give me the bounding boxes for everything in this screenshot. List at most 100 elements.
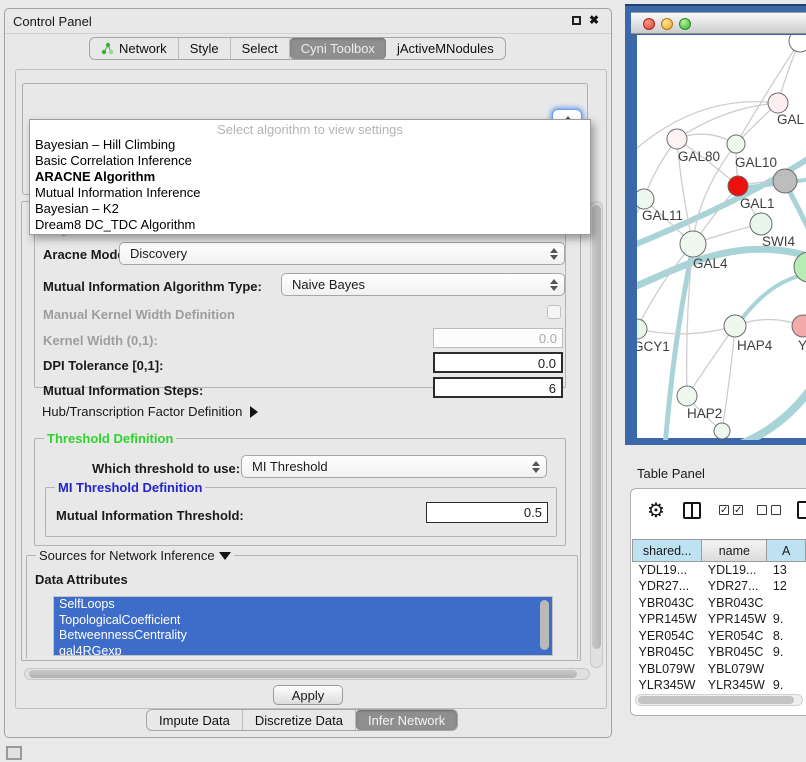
network-node-gal11[interactable]: [637, 189, 654, 209]
tab-select[interactable]: Select: [231, 38, 290, 59]
attribute-list-item[interactable]: SelfLoops: [54, 597, 552, 613]
attribute-list-item[interactable]: BetweennessCentrality: [54, 628, 552, 644]
settings-gear-icon[interactable]: ⚙: [647, 501, 665, 521]
cyni-toolbox-content: gal-filtered sif default node Cyni Algor…: [15, 69, 607, 709]
apply-button[interactable]: Apply: [273, 685, 343, 705]
dropdown-item[interactable]: Dream8 DC_TDC Algorithm: [30, 217, 590, 233]
document-icon[interactable]: [797, 501, 806, 519]
network-node-gal[interactable]: [768, 93, 788, 113]
tab-discretize-data[interactable]: Discretize Data: [243, 710, 356, 730]
tab-style[interactable]: Style: [179, 38, 231, 59]
tab-label: Select: [242, 41, 278, 56]
scrollbar-thumb[interactable]: [638, 696, 794, 704]
checked-checkbox-icon[interactable]: ✓: [733, 505, 743, 515]
attribute-list-item[interactable]: gal4RGexp: [54, 644, 552, 657]
table-cell: 9.: [767, 677, 806, 694]
list-scrollbar-thumb[interactable]: [540, 600, 549, 650]
table-row[interactable]: YBR045CYBR045C9.: [633, 644, 806, 661]
scrollbar-thumb[interactable]: [592, 205, 601, 649]
column-header[interactable]: shared...: [633, 540, 702, 562]
dropdown-item[interactable]: ARACNE Algorithm: [30, 169, 590, 185]
network-window-titlebar[interactable]: [631, 12, 806, 34]
dpi-tolerance-field[interactable]: 0.0: [433, 352, 563, 373]
kernel-width-field[interactable]: 0.0: [433, 328, 563, 348]
close-window-icon[interactable]: [643, 18, 655, 30]
hub-definition-expander[interactable]: Hub/Transcription Factor Definition: [42, 404, 258, 419]
collapsed-panel-icon[interactable]: [6, 746, 22, 760]
dropdown-item[interactable]: Mutual Information Inference: [30, 185, 590, 201]
table-cell: YPR145W: [633, 611, 702, 628]
tab-infer-network[interactable]: Infer Network: [356, 710, 457, 730]
scrollbar-thumb[interactable]: [29, 670, 577, 678]
network-node-gal10[interactable]: [727, 135, 745, 153]
checked-checkbox-icon[interactable]: ✓: [719, 505, 729, 515]
data-attributes-list[interactable]: SelfLoopsTopologicalCoefficientBetweenne…: [53, 596, 553, 656]
table-cell: YBL079W: [633, 661, 702, 678]
table-cell: YER054C: [702, 628, 767, 645]
algorithm-dropdown-prompt: Select algorithm to view settings: [30, 120, 590, 137]
tab-cyni-toolbox[interactable]: Cyni Toolbox: [290, 38, 386, 59]
unchecked-checkbox-icon[interactable]: [757, 505, 767, 515]
table-body: YDL19...YDL19...13YDR27...YDR27...12YBR0…: [633, 562, 806, 711]
manual-kernel-checkbox[interactable]: [547, 305, 561, 319]
network-node[interactable]: [714, 423, 730, 439]
network-node[interactable]: [773, 169, 797, 193]
node-label: GAL4: [693, 256, 728, 271]
combo-value: Discovery: [130, 246, 187, 261]
node-label: GCY1: [637, 339, 670, 354]
table-row[interactable]: YDL19...YDL19...13: [633, 562, 806, 579]
network-node-y[interactable]: [792, 315, 806, 337]
network-node-gal1[interactable]: [728, 176, 748, 196]
float-window-icon[interactable]: [572, 16, 581, 25]
tab-label: Discretize Data: [255, 713, 343, 728]
minimize-window-icon[interactable]: [661, 18, 673, 30]
aracne-mode-label: Aracne Mode:: [43, 247, 129, 262]
table-cell: YBR045C: [702, 644, 767, 661]
which-threshold-combo[interactable]: MI Threshold: [241, 455, 547, 478]
node-attribute-table: shared...nameA YDL19...YDL19...13YDR27..…: [632, 539, 806, 710]
table-toolbar: ⚙ ✓ ✓: [631, 489, 806, 539]
table-cell: 9.: [767, 611, 806, 628]
network-canvas[interactable]: GALGAL80GAL10GAL1GAL11SWI4GAL4GCY1HAP4YH…: [637, 35, 806, 438]
network-node-gal4[interactable]: [680, 231, 706, 257]
tab-impute-data[interactable]: Impute Data: [147, 710, 243, 730]
mi-threshold-groupbox: MI Threshold Definition Mutual Informati…: [45, 487, 557, 537]
tab-jactivemnodules[interactable]: jActiveMNodules: [386, 38, 505, 59]
column-header[interactable]: name: [702, 540, 767, 562]
network-node[interactable]: [789, 35, 806, 52]
aracne-mode-combo[interactable]: Discovery: [119, 242, 565, 265]
zoom-window-icon[interactable]: [679, 18, 691, 30]
unchecked-checkbox-icon[interactable]: [771, 505, 781, 515]
table-row[interactable]: YDR27...YDR27...12: [633, 578, 806, 595]
table-row[interactable]: YBR043CYBR043C: [633, 595, 806, 612]
close-panel-icon[interactable]: ✖: [589, 14, 599, 26]
mi-steps-field[interactable]: 6: [433, 377, 563, 398]
network-node-gal80[interactable]: [667, 129, 687, 149]
table-cell: YDR27...: [702, 578, 767, 595]
dropdown-item[interactable]: Basic Correlation Inference: [30, 153, 590, 169]
table-horizontal-scrollbar[interactable]: [635, 694, 803, 706]
dropdown-item[interactable]: Bayesian – Hill Climbing: [30, 137, 590, 153]
table-row[interactable]: YPR145WYPR145W9.: [633, 611, 806, 628]
table-row[interactable]: YER054CYER054C8.: [633, 628, 806, 645]
table-cell: 8.: [767, 628, 806, 645]
attribute-list-item[interactable]: TopologicalCoefficient: [54, 613, 552, 629]
network-node-hap2[interactable]: [677, 386, 697, 406]
split-columns-icon[interactable]: [683, 502, 701, 519]
mi-threshold-field[interactable]: 0.5: [426, 502, 548, 523]
table-row[interactable]: YBL079WYBL079W: [633, 661, 806, 678]
column-header[interactable]: A: [767, 540, 806, 562]
tab-network[interactable]: Network: [90, 38, 179, 59]
manual-kernel-label: Manual Kernel Width Definition: [43, 307, 235, 322]
collapse-arrow-icon[interactable]: [219, 552, 231, 560]
tab-label: Cyni Toolbox: [301, 41, 375, 56]
mi-algorithm-type-combo[interactable]: Naive Bayes: [281, 273, 565, 296]
combo-arrows-icon: [550, 278, 557, 292]
settings-horizontal-scrollbar[interactable]: [24, 668, 590, 680]
dropdown-item[interactable]: Bayesian – K2: [30, 201, 590, 217]
settings-vertical-scrollbar[interactable]: [590, 201, 603, 668]
table-row[interactable]: YLR345WYLR345W9.: [633, 677, 806, 694]
network-node-gcy1[interactable]: [637, 319, 647, 339]
network-node-hap4[interactable]: [724, 315, 746, 337]
network-node-swi4[interactable]: [750, 213, 772, 235]
